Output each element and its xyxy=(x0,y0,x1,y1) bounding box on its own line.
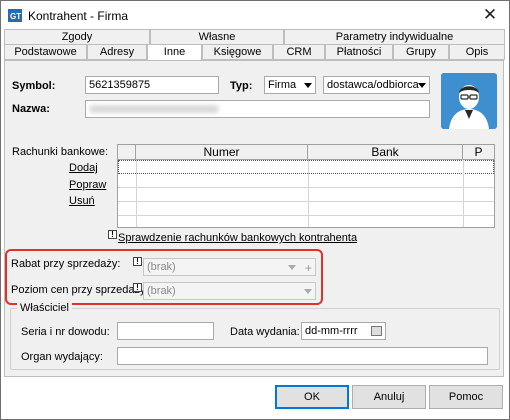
table-row[interactable] xyxy=(118,203,494,216)
symbol-input[interactable]: 5621359875 xyxy=(85,76,219,94)
typ-label: Typ: xyxy=(230,80,253,92)
title-bar: GT Kontrahent - Firma ✕ xyxy=(1,1,509,31)
tab-inne[interactable]: Inne xyxy=(147,44,202,61)
delete-bank-account-link[interactable]: Usuń xyxy=(69,195,95,207)
issuing-authority-input[interactable] xyxy=(117,347,488,365)
warning-icon: ! xyxy=(133,257,142,266)
table-row[interactable] xyxy=(118,175,494,188)
svg-text:GT: GT xyxy=(10,12,21,21)
column-divider xyxy=(308,160,309,227)
column-divider xyxy=(463,160,464,227)
role-select-value: dostawca/odbiorca xyxy=(327,79,419,91)
id-number-label: Seria i nr dowodu: xyxy=(21,326,110,338)
tab-platnosci[interactable]: Płatności xyxy=(325,44,393,60)
symbol-label: Symbol: xyxy=(12,80,56,92)
role-select[interactable]: dostawca/odbiorca xyxy=(323,76,430,94)
warning-icon: ! xyxy=(133,283,142,292)
edit-bank-account-link[interactable]: Popraw xyxy=(69,179,106,191)
rabat-label: Rabat przy sprzedaży: xyxy=(11,258,121,270)
issue-date-value: dd-mm-rrrr xyxy=(305,325,358,337)
poziom-cen-select-value: (brak) xyxy=(147,285,176,297)
window-title: Kontrahent - Firma xyxy=(28,9,129,23)
column-header-numer[interactable]: Numer xyxy=(136,145,308,160)
tab-grupy[interactable]: Grupy xyxy=(393,44,449,60)
ok-button[interactable]: OK xyxy=(275,385,349,409)
owner-group-title: Właściciel xyxy=(17,302,72,314)
dialog-window: GT Kontrahent - Firma ✕ Zgody Własne Par… xyxy=(0,0,510,420)
tab-parametry-indywidualne[interactable]: Parametry indywidualne xyxy=(284,29,505,45)
add-bank-account-link[interactable]: Dodaj xyxy=(69,162,98,174)
tab-crm[interactable]: CRM xyxy=(273,44,325,60)
help-button[interactable]: Pomoc xyxy=(429,385,503,409)
tab-adresy[interactable]: Adresy xyxy=(87,44,147,60)
warning-icon: ! xyxy=(108,230,117,239)
typ-select[interactable]: Firma xyxy=(264,76,316,94)
rabat-select[interactable]: (brak) + xyxy=(143,258,316,276)
tab-ksiegowe[interactable]: Księgowe xyxy=(202,44,273,60)
cancel-button[interactable]: Anuluj xyxy=(352,385,426,409)
chevron-down-icon xyxy=(418,83,426,88)
rabat-select-value: (brak) xyxy=(147,261,176,273)
verify-bank-accounts-link[interactable]: Sprawdzenie rachunków bankowych kontrahe… xyxy=(118,232,357,244)
column-divider xyxy=(136,160,137,227)
column-header-p[interactable]: P xyxy=(463,145,494,160)
column-header-bank[interactable]: Bank xyxy=(308,145,463,160)
poziom-cen-label: Poziom cen przy sprzedaży: xyxy=(11,284,149,296)
close-button[interactable]: ✕ xyxy=(477,4,503,26)
nazwa-label: Nazwa: xyxy=(12,103,50,115)
issue-date-label: Data wydania: xyxy=(230,326,300,338)
tab-zgody[interactable]: Zgody xyxy=(4,29,150,45)
bank-accounts-label: Rachunki bankowe: xyxy=(12,146,109,158)
plus-icon[interactable]: + xyxy=(305,260,312,275)
bank-accounts-table[interactable]: Numer Bank P xyxy=(117,144,495,228)
typ-select-value: Firma xyxy=(268,79,297,91)
app-logo-icon: GT xyxy=(8,9,22,22)
redacted-name xyxy=(89,105,219,113)
nazwa-input[interactable] xyxy=(85,100,430,118)
chevron-down-icon xyxy=(304,83,312,88)
id-number-input[interactable] xyxy=(117,322,214,340)
chevron-down-icon xyxy=(304,289,312,294)
poziom-cen-select[interactable]: (brak) xyxy=(143,282,316,300)
chevron-down-icon xyxy=(288,265,296,270)
bank-table-header: Numer Bank P xyxy=(118,145,494,160)
tab-opis[interactable]: Opis xyxy=(449,44,505,60)
issue-date-input[interactable]: dd-mm-rrrr xyxy=(301,322,386,340)
tab-wlasne[interactable]: Własne xyxy=(150,29,284,45)
table-header-corner xyxy=(118,145,136,160)
contact-avatar-icon xyxy=(441,73,497,129)
tab-podstawowe[interactable]: Podstawowe xyxy=(4,44,87,60)
table-row[interactable] xyxy=(118,160,494,174)
table-row[interactable] xyxy=(118,189,494,202)
issuing-authority-label: Organ wydający: xyxy=(21,351,103,363)
calendar-icon[interactable] xyxy=(371,326,382,336)
